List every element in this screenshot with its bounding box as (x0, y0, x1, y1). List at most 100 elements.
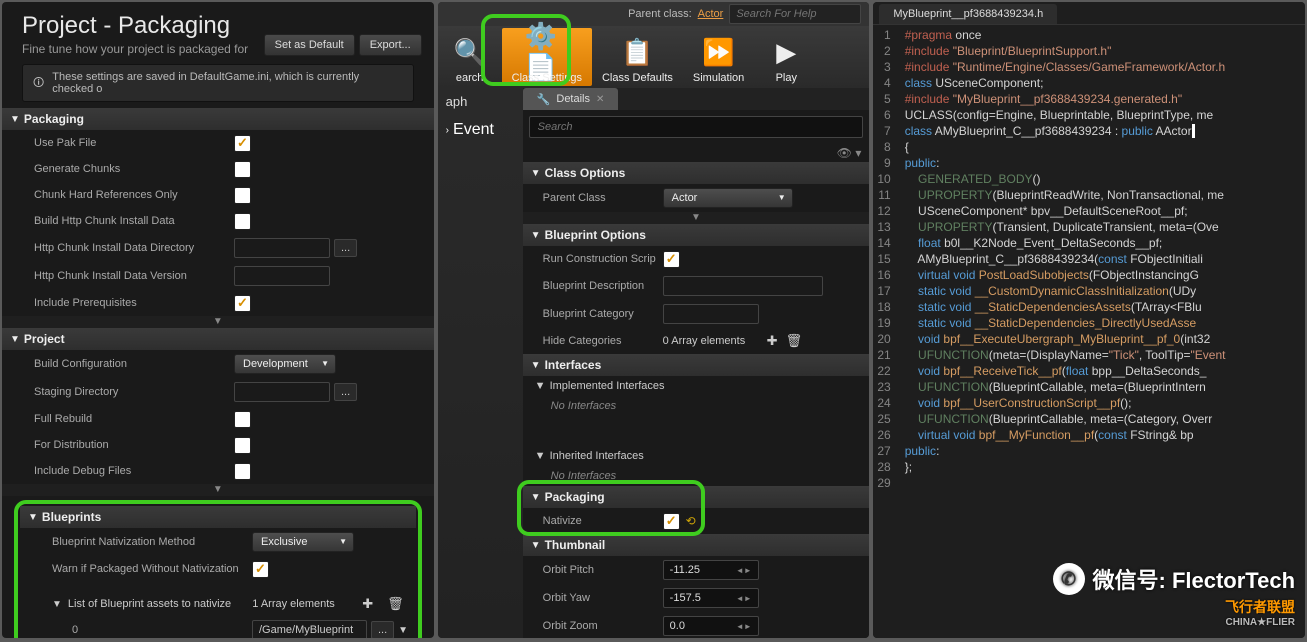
simulation-icon: ⏩ (697, 32, 741, 72)
close-icon[interactable]: ✕ (596, 94, 604, 105)
browse-button[interactable]: ... (371, 621, 394, 638)
staging-input[interactable] (234, 382, 330, 402)
http-dir-input[interactable] (234, 238, 330, 258)
inh-interfaces-header[interactable]: ▼Inherited Interfaces (523, 446, 870, 466)
wechat-icon: ✆ (1053, 563, 1085, 595)
full-rebuild-label: Full Rebuild (34, 413, 234, 425)
trash-icon[interactable]: 🗑 (383, 596, 408, 612)
search-help-input[interactable] (729, 4, 861, 24)
build-http-checkbox[interactable] (234, 213, 251, 230)
chunk-hard-checkbox[interactable] (234, 187, 251, 204)
trash-icon[interactable]: 🗑 (782, 333, 807, 349)
expand-button[interactable]: ▼ (2, 484, 434, 496)
toolbar: 🔍earch ⚙️📄Class Settings 📋Class Defaults… (438, 26, 870, 88)
list-assets-label: List of Blueprint assets to nativize (68, 598, 246, 610)
graph-tab[interactable]: aph (438, 88, 523, 115)
chevron-down-icon: ▼ (531, 168, 541, 179)
build-conf-label: Build Configuration (34, 358, 234, 370)
no-interfaces-text: No Interfaces (523, 466, 870, 486)
search-input[interactable] (529, 116, 864, 138)
play-button[interactable]: ▶Play (754, 28, 818, 86)
export-button[interactable]: Export... (359, 34, 422, 56)
section-class-options[interactable]: ▼Class Options (523, 162, 870, 184)
for-dist-label: For Distribution (34, 439, 234, 451)
chevron-down-icon: ▼ (10, 334, 20, 345)
nativize-checkbox[interactable] (663, 513, 680, 530)
inc-debug-checkbox[interactable] (234, 463, 251, 480)
hide-cat-label: Hide Categories (543, 335, 663, 347)
section-thumbnail[interactable]: ▼Thumbnail (523, 534, 870, 556)
editor-tabs: MyBlueprint__pf3688439234.h (873, 2, 1305, 25)
chevron-right-icon: › (446, 125, 449, 136)
nat-method-label: Blueprint Nativization Method (52, 536, 252, 548)
parent-class-link[interactable]: Actor (698, 8, 724, 20)
add-icon[interactable]: ✚ (358, 596, 377, 612)
section-interfaces[interactable]: ▼Interfaces (523, 354, 870, 376)
browse-button[interactable]: ... (334, 383, 357, 401)
source-code[interactable]: #pragma once #include "Blueprint/Bluepri… (899, 25, 1305, 638)
use-pak-checkbox[interactable] (234, 135, 251, 152)
orbit-zoom-input[interactable]: 0.0◄► (663, 616, 759, 636)
full-rebuild-checkbox[interactable] (234, 411, 251, 428)
search-icon: 🔍 (448, 32, 492, 72)
array-index-label: 0 (52, 624, 252, 636)
left-pane: aph › Event (438, 88, 523, 638)
gen-chunks-label: Generate Chunks (34, 163, 234, 175)
parent-class-dropdown[interactable]: Actor (663, 188, 793, 208)
warn-nat-checkbox[interactable] (252, 561, 269, 578)
reset-icon[interactable]: ⟲ (686, 514, 696, 528)
details-pane: 🔧Details✕ 👁 ▾ ▼Class Options Parent Clas… (523, 88, 870, 638)
bp-cat-input[interactable] (663, 304, 759, 324)
chevron-down-icon: ▼ (531, 540, 541, 551)
http-ver-input[interactable] (234, 266, 330, 286)
orbit-pitch-input[interactable]: -11.25◄► (663, 560, 759, 580)
set-default-button[interactable]: Set as Default (264, 34, 355, 56)
gen-chunks-checkbox[interactable] (234, 161, 251, 178)
simulation-button[interactable]: ⏩Simulation (683, 28, 754, 86)
run-construction-checkbox[interactable] (663, 251, 680, 268)
nat-method-dropdown[interactable]: Exclusive (252, 532, 354, 552)
expand-button[interactable]: ▼ (523, 212, 870, 224)
chevron-down-icon: ▼ (531, 360, 541, 371)
impl-interfaces-header[interactable]: ▼Implemented Interfaces (523, 376, 870, 396)
build-http-label: Build Http Chunk Install Data (34, 215, 234, 227)
info-bar: 🛈 These settings are saved in DefaultGam… (22, 64, 414, 102)
code-view[interactable]: 1234567891011121314151617181920212223242… (873, 25, 1305, 638)
asset-path-input[interactable] (252, 620, 367, 638)
parent-class-label: Parent class: (628, 8, 692, 20)
build-conf-dropdown[interactable]: Development (234, 354, 336, 374)
section-blueprints[interactable]: ▼Blueprints (20, 506, 416, 528)
browse-button[interactable]: ... (334, 239, 357, 257)
details-icon: 🔧 (537, 93, 551, 106)
inc-prereq-checkbox[interactable] (234, 295, 251, 312)
info-icon: 🛈 (33, 74, 44, 93)
watermark: ✆微信号: FlectorTech 飞行者联盟CHINA★FLIER (1053, 563, 1296, 628)
event-graph[interactable]: › Event (438, 115, 523, 145)
staging-label: Staging Directory (34, 386, 234, 398)
class-defaults-button[interactable]: 📋Class Defaults (592, 28, 683, 86)
dropdown-icon[interactable]: ▼ (394, 625, 412, 636)
use-pak-label: Use Pak File (34, 137, 234, 149)
orbit-yaw-input[interactable]: -157.5◄► (663, 588, 759, 608)
orbit-yaw-label: Orbit Yaw (543, 592, 663, 604)
project-settings-panel: Project - Packaging Fine tune how your p… (2, 2, 434, 638)
bp-desc-input[interactable] (663, 276, 823, 296)
section-packaging[interactable]: ▼Packaging (523, 486, 870, 508)
class-settings-button[interactable]: ⚙️📄Class Settings (502, 28, 592, 86)
eye-icon[interactable]: 👁 ▾ (837, 146, 862, 160)
expand-button[interactable]: ▼ (2, 316, 434, 328)
file-tab[interactable]: MyBlueprint__pf3688439234.h (879, 4, 1057, 24)
inc-prereq-label: Include Prerequisites (34, 297, 234, 309)
search-button[interactable]: 🔍earch (438, 28, 502, 86)
details-tab[interactable]: 🔧Details✕ (523, 88, 619, 110)
section-bp-options[interactable]: ▼Blueprint Options (523, 224, 870, 246)
bp-cat-label: Blueprint Category (543, 308, 663, 320)
nativize-label: Nativize (543, 515, 663, 527)
http-ver-label: Http Chunk Install Data Version (34, 270, 234, 282)
hide-cat-count: 0 Array elements (663, 335, 763, 347)
add-icon[interactable]: ✚ (763, 333, 782, 349)
section-packaging[interactable]: ▼Packaging (2, 108, 434, 130)
code-editor-panel: MyBlueprint__pf3688439234.h 123456789101… (873, 2, 1305, 638)
for-dist-checkbox[interactable] (234, 437, 251, 454)
section-project[interactable]: ▼Project (2, 328, 434, 350)
